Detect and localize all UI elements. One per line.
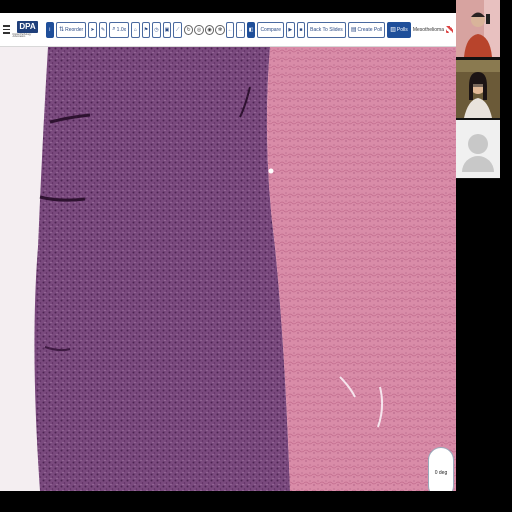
screenshot-button[interactable]: ▣ bbox=[162, 21, 172, 38]
compare-toggle-button[interactable]: ◧ bbox=[246, 21, 256, 38]
pen-tool-button[interactable]: ✎ bbox=[98, 21, 108, 38]
avatar-head-icon bbox=[468, 134, 488, 154]
tissue-image[interactable] bbox=[0, 47, 456, 491]
logo-subtitle: Digital Pathology Association bbox=[12, 32, 32, 38]
play-icon: ▶ bbox=[288, 26, 293, 33]
participant-video-2[interactable] bbox=[456, 60, 500, 118]
poll-icon: ▤ bbox=[350, 27, 357, 33]
pointer-tool-button[interactable]: ➤ bbox=[88, 21, 97, 38]
zoom-button[interactable]: ⌕ 1.0x bbox=[109, 21, 130, 38]
slide-title: Mesothelioma bbox=[413, 26, 453, 33]
participant-video-1[interactable] bbox=[456, 0, 500, 57]
info-button[interactable]: i bbox=[45, 21, 55, 38]
tissue-svg bbox=[0, 47, 456, 491]
rotation-dial[interactable]: 0 deg bbox=[428, 447, 454, 491]
polls-button[interactable]: ▥ Polls bbox=[387, 21, 411, 38]
stop-button[interactable]: ■ bbox=[296, 21, 306, 38]
home-button[interactable]: ⌂ bbox=[131, 21, 140, 38]
hamburger-menu-icon[interactable] bbox=[3, 25, 11, 34]
avatar-body-icon bbox=[462, 156, 494, 172]
reorder-button[interactable]: ⇅ Reorder bbox=[56, 21, 87, 38]
participant-video-3[interactable] bbox=[456, 120, 500, 178]
layers-icon: ◎ bbox=[196, 26, 202, 33]
polls-label: Polls bbox=[396, 26, 408, 33]
compare-button[interactable]: Compare bbox=[257, 21, 285, 38]
home-icon: ⌂ bbox=[133, 26, 137, 33]
rotate-button[interactable]: ↻ bbox=[183, 24, 194, 35]
dpa-logo: DPA Digital Pathology Association bbox=[12, 20, 42, 39]
filter-icon: ◉ bbox=[207, 26, 212, 33]
brush-icon: ⟋ bbox=[175, 26, 180, 33]
bar-chart-icon: ▥ bbox=[390, 27, 396, 33]
dark-tissue-region bbox=[34, 47, 290, 491]
previous-slide-button[interactable]: ← bbox=[225, 21, 235, 38]
settings-button[interactable]: ✻ bbox=[215, 24, 225, 35]
bookmark-button[interactable]: ⚑ bbox=[141, 21, 151, 38]
gear-icon: ✻ bbox=[217, 26, 223, 33]
participant-video-strip bbox=[456, 0, 500, 179]
play-button[interactable]: ▶ bbox=[286, 21, 295, 38]
rotate-icon: ↻ bbox=[186, 26, 191, 33]
light-tissue-region bbox=[266, 47, 456, 491]
rotation-label: 0 deg bbox=[434, 470, 448, 476]
stop-icon: ■ bbox=[299, 26, 303, 33]
back-to-slides-button[interactable]: Back To Slides bbox=[307, 21, 346, 38]
clock-button[interactable]: ◷ bbox=[152, 21, 161, 38]
magnifier-icon: ⌕ bbox=[112, 26, 116, 32]
participant-1-image bbox=[456, 0, 500, 57]
zoom-label: 1.0x bbox=[116, 26, 127, 33]
slide-flag-icon bbox=[446, 26, 453, 33]
pointer-icon: ➤ bbox=[90, 26, 95, 33]
compare-label: Compare bbox=[260, 26, 282, 33]
arrow-left-icon: ← bbox=[227, 26, 233, 33]
slide-name: Mesothelioma bbox=[412, 26, 444, 33]
camera-icon: ▣ bbox=[164, 26, 170, 33]
back-to-slides-label: Back To Slides bbox=[310, 26, 343, 33]
participant-2-image bbox=[456, 60, 500, 118]
arrow-right-icon: → bbox=[238, 26, 244, 33]
next-slide-button[interactable]: → bbox=[236, 21, 245, 38]
viewer-toolbar: DPA Digital Pathology Association i ⇅ Reo… bbox=[0, 13, 456, 47]
info-icon: i bbox=[49, 26, 51, 33]
clock-icon: ◷ bbox=[154, 26, 159, 33]
compare-icon: ◧ bbox=[248, 26, 254, 33]
reorder-label: Reorder bbox=[65, 26, 84, 33]
slide-viewer[interactable]: DPA Digital Pathology Association i ⇅ Reo… bbox=[0, 13, 456, 491]
logo-text: DPA bbox=[17, 20, 38, 33]
reorder-icon: ⇅ bbox=[59, 27, 65, 33]
bookmark-icon: ⚑ bbox=[143, 26, 149, 33]
pen-icon: ✎ bbox=[100, 26, 106, 33]
create-poll-button[interactable]: ▤ Create Poll bbox=[347, 21, 386, 38]
create-poll-label: Create Poll bbox=[357, 26, 383, 33]
layers-button[interactable]: ◎ bbox=[194, 24, 204, 35]
filter-button[interactable]: ◉ bbox=[204, 24, 215, 35]
annotate-button[interactable]: ⟋ bbox=[173, 21, 182, 38]
